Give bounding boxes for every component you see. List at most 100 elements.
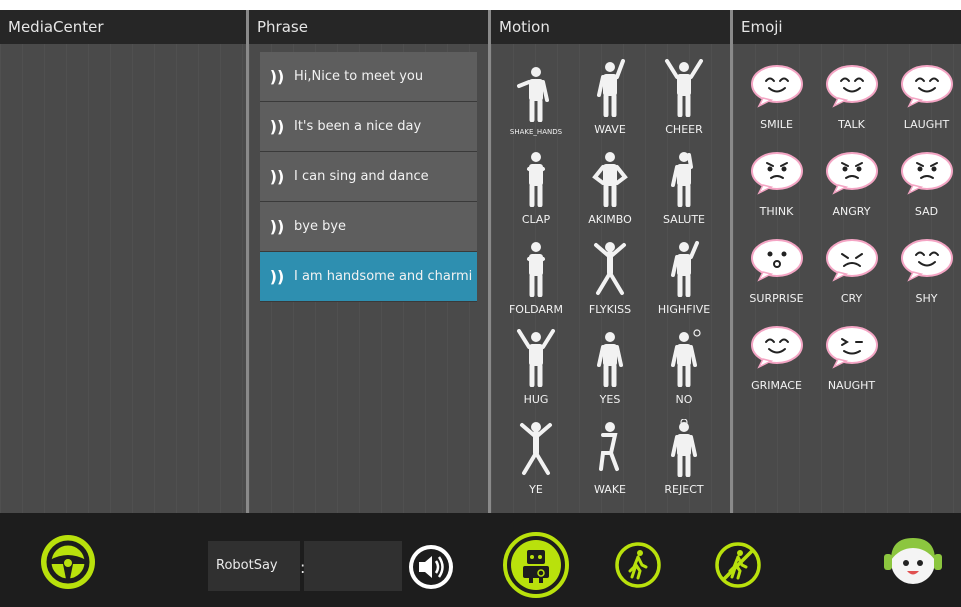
phrase-text: Hi,Nice to meet you [294,69,424,84]
steering-wheel-button[interactable] [39,533,97,595]
robot-head-icon [884,538,942,584]
motion-label: WAVE [594,123,626,136]
phrase-item[interactable]: )) It's been a nice day [260,102,477,152]
figure-icon [597,332,623,387]
motion-item[interactable]: AKIMBO [573,144,647,234]
emoji-label: ANGRY [832,205,871,218]
emoji-label: THINK [759,205,794,218]
face-bubble-icon [825,239,878,282]
emoji-item[interactable]: LAUGHT [889,54,961,141]
figure-icon [671,241,699,297]
face-bubble-icon [750,152,803,195]
speak-button[interactable] [407,543,455,595]
robot-icon [503,532,569,598]
emoji-grid: SMILE TALK LAUGHT THINK ANGRY SAD SURPRISE CRY S… [739,54,961,402]
emoji-item[interactable]: NAUGHT [814,315,889,402]
emoji-item[interactable]: SURPRISE [739,228,814,315]
emoji-item[interactable]: SAD [889,141,961,228]
phrase-item[interactable]: )) bye bye [260,202,477,252]
emoji-pane: Emoji SMILE TALK LAUGHT THINK ANGRY SAD SURPRI… [733,10,961,513]
motion-label: FOLDARM [508,303,564,316]
motion-item[interactable]: CHEER [647,54,721,144]
figure-icon [517,67,549,122]
phrase-text: It's been a nice day [294,119,422,134]
phrase-title: Phrase [249,10,488,44]
emoji-label: NAUGHT [827,379,876,392]
motion-label: WAKE [594,483,626,496]
motion-item[interactable]: REJECT [647,414,721,504]
phrase-pane: Phrase )) Hi,Nice to meet you)) It's been … [249,10,488,513]
emoji-item[interactable]: SHY [889,228,961,315]
emoji-label: LAUGHT [903,118,950,131]
robotsay-label-text: RobotSay [216,558,278,573]
face-bubble-icon [750,65,803,108]
motion-item[interactable]: YES [573,324,647,414]
motion-label: NO [675,393,693,406]
media-center-pane: MediaCenter [0,10,246,513]
walk-button[interactable] [614,541,662,593]
phrase-item[interactable]: )) Hi,Nice to meet you [260,52,477,102]
motion-item[interactable]: FOLDARM [499,234,573,324]
figure-icon [592,152,628,207]
motion-label: CLAP [521,213,551,226]
emoji-title: Emoji [733,10,961,44]
motion-label: FLYKISS [588,303,632,316]
motion-item[interactable]: YE [499,414,573,504]
figure-icon [527,152,545,207]
motion-item[interactable]: FLYKISS [573,234,647,324]
bottom-control-bar [0,513,961,607]
face-bubble-icon [825,65,878,108]
motion-item[interactable]: CLAP [499,144,573,234]
face-bubble-icon [900,65,953,108]
figure-icon [520,422,552,475]
figure-icon [517,329,555,387]
walk-icon [615,542,661,588]
motion-label: CHEER [665,123,703,136]
robot-mode-button[interactable] [503,532,569,602]
motion-item[interactable]: HUG [499,324,573,414]
motion-label: SHAKE_HANDS [509,128,563,136]
motion-title: Motion [491,10,730,44]
face-bubble-icon [900,152,953,195]
robot-avatar-button[interactable] [882,530,944,592]
emoji-label: SURPRISE [749,292,804,305]
steering-wheel-icon [41,535,95,589]
figure-icon [597,59,625,117]
motion-label: HUG [523,393,549,406]
figure-icon [594,242,626,295]
motion-label: REJECT [664,483,704,496]
emoji-item[interactable]: CRY [814,228,889,315]
emoji-label: SHY [915,292,938,305]
stop-walk-button[interactable] [714,541,762,593]
motion-item[interactable]: WAVE [573,54,647,144]
no-walk-icon [715,542,761,588]
emoji-item[interactable]: ANGRY [814,141,889,228]
motion-item[interactable]: WAKE [573,414,647,504]
motion-label: SALUTE [662,213,705,226]
phrase-text: I am handsome and charming [294,269,472,284]
motion-label: YES [599,393,621,406]
face-bubble-icon [825,152,878,195]
emoji-item[interactable]: SMILE [739,54,814,141]
robotsay-input[interactable] [304,541,402,591]
phrase-item[interactable]: )) I am handsome and charming [260,252,477,302]
figure-icon [671,152,693,207]
phrase-item[interactable]: )) I can sing and dance [260,152,477,202]
motion-item[interactable]: SALUTE [647,144,721,234]
motion-item[interactable]: HIGHFIVE [647,234,721,324]
emoji-item[interactable]: GRIMACE [739,315,814,402]
sound-wave-icon: )) [269,117,285,136]
emoji-item[interactable]: THINK [739,141,814,228]
emoji-label: GRIMACE [751,379,802,392]
figure-icon [599,422,619,471]
emoji-label: TALK [838,118,865,131]
motion-item[interactable]: SHAKE_HANDS [499,54,573,144]
emoji-label: CRY [840,292,863,305]
speaker-icon [409,545,453,589]
motion-item[interactable]: NO [647,324,721,414]
motion-grid: SHAKE_HANDS WAVE CHEER CLAP AKIMBO SALUTE FOLD… [499,54,723,504]
motion-label: HIGHFIVE [657,303,711,316]
emoji-item[interactable]: TALK [814,54,889,141]
face-bubble-icon [750,326,803,369]
phrase-text: bye bye [294,219,347,234]
